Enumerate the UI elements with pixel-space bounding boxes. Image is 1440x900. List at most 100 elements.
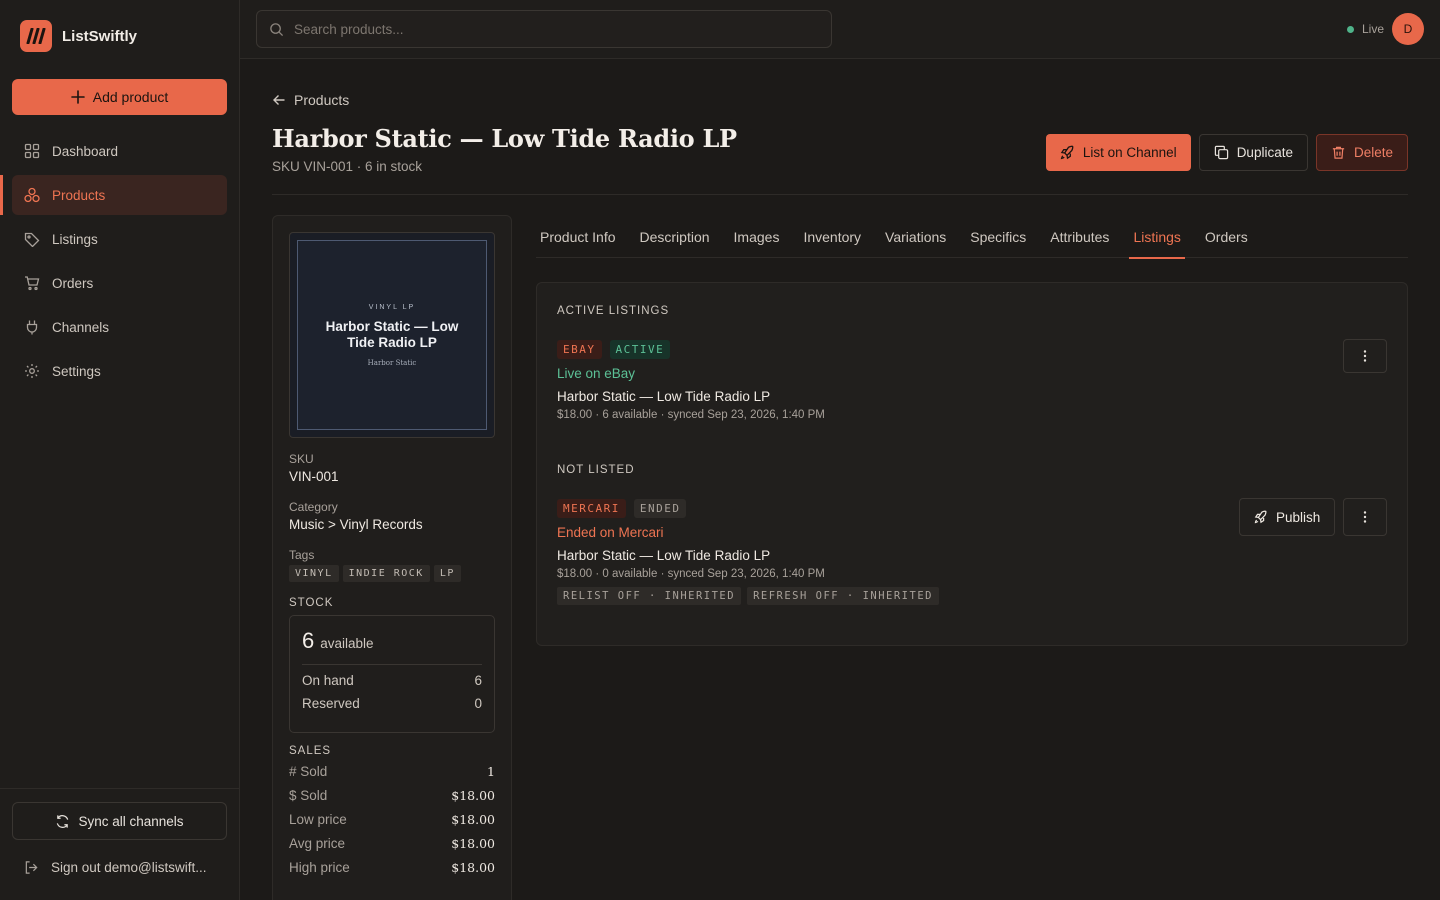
live-status: Live xyxy=(1346,22,1384,36)
tab-attributes[interactable]: Attributes xyxy=(1046,215,1113,258)
status-badge: ENDED xyxy=(633,499,687,518)
sidebar-item-products[interactable]: Products xyxy=(12,175,227,215)
page-actions: List on Channel Duplicate Delete xyxy=(1045,134,1408,171)
delete-button[interactable]: Delete xyxy=(1315,134,1408,171)
sku-value: VIN-001 xyxy=(289,469,339,484)
product-image[interactable]: VINYL LP Harbor Static — Low Tide Radio … xyxy=(289,232,495,438)
sales-section: SALES # Sold 1 $ Sold $18.00 Low price $18.… xyxy=(289,745,495,879)
sidebar-item-dashboard[interactable]: Dashboard xyxy=(12,131,227,171)
tab-variations[interactable]: Variations xyxy=(881,215,950,258)
brand[interactable]: ListSwiftly xyxy=(20,20,137,52)
tag-chip: INDIE ROCK xyxy=(342,565,430,582)
add-product-button[interactable]: Add product xyxy=(12,79,227,115)
listing-meta: $18.00 · 6 available · synced Sep 23, 20… xyxy=(557,409,825,421)
header-divider xyxy=(272,194,1408,195)
page-subtitle: SKU VIN-001 · 6 in stock xyxy=(272,159,423,174)
channel-badge: MERCARI xyxy=(557,499,626,518)
listing-more-button[interactable] xyxy=(1343,339,1387,373)
tab-images[interactable]: Images xyxy=(730,215,784,258)
more-vertical-icon xyxy=(1363,350,1367,362)
search-bar[interactable] xyxy=(256,10,832,48)
sidebar-item-channels[interactable]: Channels xyxy=(12,307,227,347)
tag-list: VINYL INDIE ROCK LP xyxy=(289,565,461,582)
tab-listings[interactable]: Listings xyxy=(1129,215,1186,259)
rocket-icon xyxy=(1254,510,1267,524)
sign-out-label: Sign out demo@listswift... xyxy=(51,860,207,875)
sidebar-item-label: Dashboard xyxy=(52,143,119,159)
listing-title: Harbor Static — Low Tide Radio LP xyxy=(557,389,771,404)
sales-row-label: High price xyxy=(289,859,350,875)
plug-icon xyxy=(26,320,38,335)
sign-out-icon xyxy=(25,861,38,874)
live-label: Live xyxy=(1361,22,1384,36)
cart-icon xyxy=(25,276,40,291)
sales-row-label: # Sold xyxy=(289,763,328,779)
search-input[interactable] xyxy=(294,21,814,37)
tab-product-info[interactable]: Product Info xyxy=(536,215,620,258)
listing-flags: RELIST OFF · INHERITED REFRESH OFF · INH… xyxy=(557,587,1387,605)
tab-orders[interactable]: Orders xyxy=(1201,215,1252,258)
listing-status-text[interactable]: Live on eBay xyxy=(557,366,1387,381)
cover-kicker: VINYL LP xyxy=(368,303,416,311)
sync-all-channels-button[interactable]: Sync all channels xyxy=(12,802,227,840)
avatar[interactable]: D xyxy=(1392,13,1424,45)
category-label: Category xyxy=(289,500,338,514)
on-hand-label: On hand xyxy=(302,673,354,688)
plus-icon xyxy=(70,90,85,104)
trash-icon xyxy=(1332,146,1345,159)
listing-meta: $18.00 · 0 available · synced Sep 23, 20… xyxy=(557,568,825,580)
delete-label: Delete xyxy=(1353,145,1393,160)
list-on-channel-button[interactable]: List on Channel xyxy=(1045,134,1191,171)
tab-inventory[interactable]: Inventory xyxy=(799,215,865,258)
sidebar-item-orders[interactable]: Orders xyxy=(12,263,227,303)
sales-row-label: Low price xyxy=(289,811,347,827)
gear-icon xyxy=(25,364,39,378)
sales-row-value: $18.00 xyxy=(451,787,495,803)
search-icon xyxy=(270,22,284,36)
tags-field: Tags VINYL INDIE ROCK LP xyxy=(289,548,461,582)
sales-row: # Sold 1 xyxy=(289,759,495,783)
stock-reserved-row: Reserved 0 xyxy=(302,696,482,711)
sales-row: $ Sold $18.00 xyxy=(289,783,495,807)
sidebar-item-listings[interactable]: Listings xyxy=(12,219,227,259)
status-dot-icon xyxy=(1346,25,1354,33)
stock-available: 6 available xyxy=(302,628,482,665)
active-listings-heading: ACTIVE LISTINGS xyxy=(557,305,670,317)
breadcrumb[interactable]: Products xyxy=(272,92,349,108)
sign-out-button[interactable]: Sign out demo@listswift... xyxy=(24,860,207,875)
status-badge: ACTIVE xyxy=(609,340,671,359)
stock-heading: STOCK xyxy=(289,597,334,609)
sidebar-item-settings[interactable]: Settings xyxy=(12,351,227,391)
publish-button[interactable]: Publish xyxy=(1239,498,1336,536)
publish-label: Publish xyxy=(1276,509,1321,525)
cover-artist: Harbor Static xyxy=(367,358,417,367)
refresh-icon xyxy=(57,814,69,828)
topbar: Live D xyxy=(240,0,1440,59)
sales-row: Avg price $18.00 xyxy=(289,831,495,855)
sidebar-item-label: Channels xyxy=(52,319,110,335)
app-name: ListSwiftly xyxy=(62,27,138,45)
tab-specifics[interactable]: Specifics xyxy=(966,215,1030,258)
product-tabs: Product Info Description Images Inventor… xyxy=(536,215,1408,259)
category-value: Music > Vinyl Records xyxy=(289,517,423,532)
logo-icon xyxy=(20,20,52,52)
add-product-label: Add product xyxy=(92,89,169,105)
tab-description[interactable]: Description xyxy=(636,215,714,258)
sku-field: SKU VIN-001 xyxy=(289,452,339,484)
category-field: Category Music > Vinyl Records xyxy=(289,500,423,532)
sidebar: ListSwiftly Add product Dashboard Produc… xyxy=(0,0,240,900)
sales-heading: SALES xyxy=(289,745,332,757)
duplicate-button[interactable]: Duplicate xyxy=(1198,134,1308,171)
sidebar-nav: Dashboard Products Listings Orders Chann… xyxy=(12,131,227,395)
reserved-value: 0 xyxy=(474,696,482,711)
listing-more-button[interactable] xyxy=(1343,498,1387,536)
stock-box: 6 available On hand 6 Reserved 0 xyxy=(289,615,495,733)
sales-row-value: 1 xyxy=(487,763,495,779)
sku-label: SKU xyxy=(289,452,314,466)
sales-row: Low price $18.00 xyxy=(289,807,495,831)
more-vertical-icon xyxy=(1363,511,1367,523)
product-summary-card: VINYL LP Harbor Static — Low Tide Radio … xyxy=(272,215,512,900)
sales-row-label: Avg price xyxy=(289,835,346,851)
listing-badges: EBAY ACTIVE xyxy=(557,340,1387,359)
listing-entry-ebay: EBAY ACTIVE Live on eBay Harbor Static —… xyxy=(557,340,1387,421)
